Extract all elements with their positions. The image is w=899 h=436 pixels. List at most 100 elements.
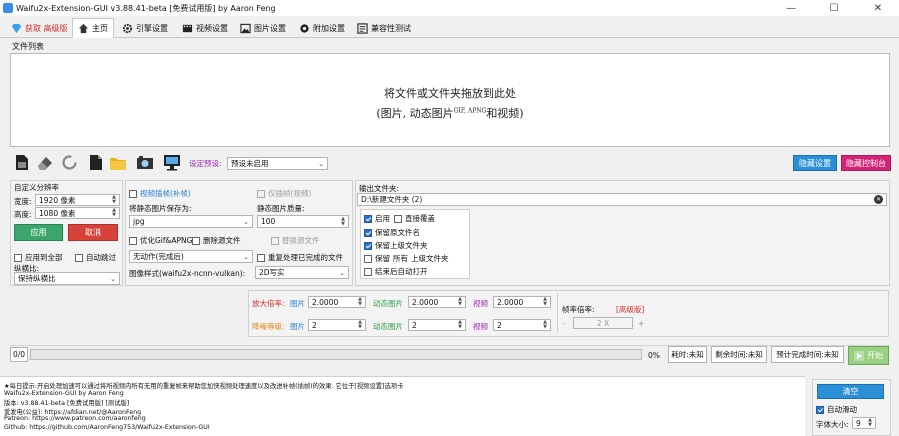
spin-arrows-icon: ▲ ▼ bbox=[112, 207, 116, 218]
width-label: 宽度: bbox=[14, 197, 32, 206]
enable-output-checkbox[interactable]: 启用 bbox=[364, 213, 390, 224]
image-preview-button[interactable] bbox=[135, 153, 154, 172]
optimize-gif-checkbox[interactable]: 优化Gif&APNG bbox=[129, 235, 192, 246]
denoise-video-input[interactable]: 2 ▲ ▼ bbox=[493, 319, 551, 331]
video-interpolation-checkbox[interactable]: 视频插帧(补帧) bbox=[129, 188, 191, 199]
checkbox-box bbox=[364, 267, 372, 276]
auto-skip-checkbox[interactable]: 自动跳过 bbox=[75, 252, 116, 263]
eta-time: 预计完成时间:未知 bbox=[771, 346, 844, 363]
checkbox-box bbox=[75, 253, 83, 262]
image-quality-input[interactable]: 100 ▲ ▼ bbox=[257, 215, 349, 228]
file-drop-zone[interactable]: 将文件或文件夹拖放到此处 (图片, 动态图片GIF, APNG和视频) bbox=[10, 53, 890, 147]
open-after-finish-checkbox[interactable]: 结束后自动打开 bbox=[364, 266, 428, 277]
window-title: Waifu2x-Extension-GUI v3.88.41-beta [免费试… bbox=[16, 4, 276, 13]
denoise-image-input[interactable]: 2 ▲ ▼ bbox=[308, 319, 366, 331]
home-icon bbox=[78, 23, 89, 34]
spin-arrows-icon: ▲ ▼ bbox=[458, 296, 462, 307]
start-button[interactable]: 开始 bbox=[848, 346, 889, 365]
clear-log-button[interactable]: 清空 bbox=[817, 384, 884, 399]
checkbox-box bbox=[129, 236, 137, 245]
refresh-button[interactable] bbox=[60, 153, 79, 172]
premium-badge: [高级版] bbox=[616, 305, 645, 314]
scale-image-label: 图片 bbox=[290, 299, 305, 308]
tab-home[interactable]: 主页 bbox=[72, 18, 114, 38]
tab-label: 附加设置 bbox=[313, 23, 345, 33]
denoise-level-label: 降噪等级: bbox=[252, 322, 285, 331]
minimize-button[interactable]: — bbox=[770, 0, 812, 16]
only-interpolation-checkbox[interactable]: 仅插帧(视频) bbox=[257, 188, 311, 199]
auto-scroll-checkbox[interactable]: 自动滑动 bbox=[816, 404, 857, 415]
output-folder-input[interactable]: D:\新建文件夹 (2) ✕ bbox=[357, 193, 887, 206]
replace-source-checkbox[interactable]: 替换源文件 bbox=[271, 235, 320, 246]
spin-arrows-icon: ▲ ▼ bbox=[112, 194, 116, 205]
checkbox-label-b: 所有 bbox=[393, 254, 408, 263]
close-button[interactable]: ✕ bbox=[857, 0, 899, 16]
overwrite-checkbox[interactable]: 直接覆盖 bbox=[394, 213, 435, 224]
log-line: ★每日提示:开启处理加速可以通过将所视频内所有无用的重复帧来帮助您加快视频处理速… bbox=[4, 383, 404, 390]
log-line: Waifu2x-Extension-GUI by Aaron Feng bbox=[4, 390, 124, 397]
screen-preview-button[interactable] bbox=[162, 153, 181, 172]
hide-settings-button[interactable]: 隐藏设置 bbox=[793, 155, 837, 171]
checkbox-label: 结束后自动打开 bbox=[375, 267, 428, 276]
tab-label: 视频设置 bbox=[196, 23, 228, 33]
fps-multiplier-input[interactable]: 2 X bbox=[573, 317, 633, 329]
test-icon bbox=[357, 22, 368, 34]
log-line: Github: https://github.com/AaronFeng753/… bbox=[4, 424, 210, 431]
tab-additional-settings[interactable]: 附加设置 bbox=[294, 19, 350, 37]
keep-filename-checkbox[interactable]: 保留原文件名 bbox=[364, 227, 420, 238]
height-value: 1080 像素 bbox=[39, 208, 76, 218]
spin-arrows-icon: ▲ ▼ bbox=[543, 296, 547, 307]
elapsed-time: 耗时:未知 bbox=[668, 346, 707, 363]
clear-path-icon[interactable]: ✕ bbox=[874, 195, 883, 204]
image-quality-value: 100 bbox=[261, 217, 276, 226]
apply-to-all-checkbox[interactable]: 应用到全部 bbox=[14, 252, 63, 263]
denoise-animated-label: 动态图片 bbox=[373, 322, 403, 331]
scale-image-input[interactable]: 2.0000 ▲ ▼ bbox=[308, 296, 366, 308]
log-line: 版本: v3.88.41-beta [免费试用版] [测试版] bbox=[4, 400, 130, 407]
chevron-down-icon: ⌄ bbox=[243, 252, 249, 261]
font-size-input[interactable]: 9 ▲ ▼ bbox=[852, 417, 876, 429]
width-input[interactable]: 1920 像素 ▲ ▼ bbox=[35, 194, 120, 206]
height-input[interactable]: 1080 像素 ▲ ▼ bbox=[35, 207, 120, 219]
tab-image-settings[interactable]: 图片设置 bbox=[235, 19, 291, 37]
document-icon bbox=[89, 155, 102, 170]
drop-hint-line2: (图片, 动态图片GIF, APNG和视频) bbox=[11, 105, 889, 121]
remove-item-button[interactable] bbox=[35, 153, 54, 172]
keep-parent-folder-checkbox[interactable]: 保留上级文件夹 bbox=[364, 240, 428, 251]
scale-video-input[interactable]: 2.0000 ▲ ▼ bbox=[493, 296, 551, 308]
image-style-select[interactable]: 2D写实 ⌄ bbox=[255, 266, 349, 279]
reprocess-finished-checkbox[interactable]: 重复处理已完成的文件 bbox=[257, 252, 343, 263]
fps-decrease-button[interactable]: - bbox=[563, 319, 566, 328]
save-format-select[interactable]: jpg ⌄ bbox=[129, 215, 253, 228]
file-list-label: 文件列表 bbox=[12, 42, 44, 51]
maximize-button[interactable]: ☐ bbox=[813, 0, 855, 16]
checkbox-label: 自动跳过 bbox=[86, 253, 116, 262]
open-folder-button[interactable] bbox=[108, 153, 127, 172]
keep-all-parent-folders-checkbox[interactable]: 保留 所有 上级文件夹 bbox=[364, 253, 449, 264]
checkbox-box bbox=[364, 241, 372, 250]
add-files-button[interactable] bbox=[12, 153, 31, 172]
denoise-animated-input[interactable]: 2 ▲ ▼ bbox=[408, 319, 466, 331]
scale-video-value: 2.0000 bbox=[497, 297, 524, 307]
cancel-resolution-button[interactable]: 取消 bbox=[68, 224, 118, 241]
delete-source-checkbox[interactable]: 删除源文件 bbox=[192, 235, 241, 246]
checkbox-box bbox=[257, 253, 265, 262]
scale-animated-input[interactable]: 2.0000 ▲ ▼ bbox=[408, 296, 466, 308]
apply-resolution-button[interactable]: 应用 bbox=[14, 224, 63, 241]
hide-console-button[interactable]: 隐藏控制台 bbox=[841, 155, 891, 171]
checkbox-label: 启用 bbox=[375, 214, 390, 223]
tab-compatibility-test[interactable]: 兼容性测试 bbox=[352, 19, 416, 37]
clear-list-button[interactable] bbox=[86, 153, 105, 172]
cog-plus-icon bbox=[300, 23, 309, 33]
denoise-animated-value: 2 bbox=[412, 320, 417, 330]
console-log[interactable]: ★每日提示:开启处理加速可以通过将所视频内所有无用的重复帧来帮助您加快视频处理速… bbox=[0, 376, 805, 436]
checkbox-label-a: 保留 bbox=[375, 254, 390, 263]
tab-get-premium[interactable]: 获取 高级版 bbox=[6, 19, 73, 37]
aspect-ratio-select[interactable]: 保持纵横比 ⌄ bbox=[14, 272, 120, 285]
tab-video-settings[interactable]: 视频设置 bbox=[177, 19, 233, 37]
fps-increase-button[interactable]: + bbox=[638, 319, 644, 328]
tab-engine-settings[interactable]: 引擎设置 bbox=[117, 19, 173, 37]
after-finish-action-select[interactable]: 无动作(完成后) ⌄ bbox=[129, 250, 253, 263]
checkbox-box bbox=[14, 253, 22, 262]
preset-select[interactable]: 预设未启用 ⌄ bbox=[227, 157, 328, 170]
